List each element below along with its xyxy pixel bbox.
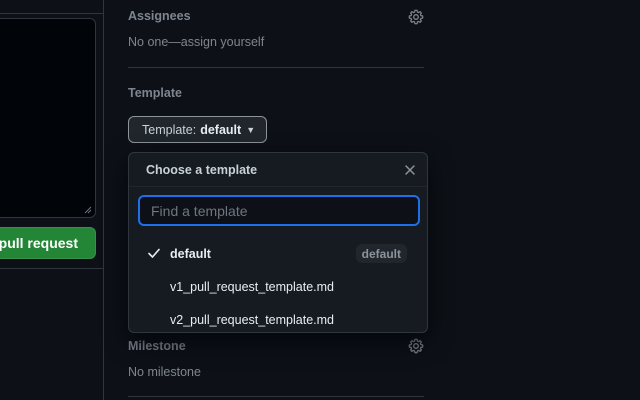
milestone-value: No milestone (128, 365, 201, 379)
create-pull-request-label: pull request (0, 235, 78, 251)
assignees-heading: Assignees (128, 9, 191, 23)
template-option-label: default (170, 246, 211, 261)
default-badge: default (355, 244, 407, 263)
milestone-heading: Milestone (128, 339, 186, 353)
divider (0, 268, 104, 269)
editor-column: pull request (0, 0, 104, 400)
divider (128, 67, 424, 68)
milestone-gear-icon[interactable] (408, 338, 424, 354)
caret-down-icon: ▼ (246, 124, 256, 135)
template-dropdown: Choose a template default default v1_pul… (128, 152, 428, 333)
template-button-prefix: Template: (142, 122, 197, 137)
dropdown-title: Choose a template (146, 163, 258, 177)
assignees-gear-icon[interactable] (408, 9, 424, 25)
dropdown-header: Choose a template (129, 153, 427, 187)
template-option-label: v1_pull_request_template.md (170, 279, 334, 294)
pr-body-textarea[interactable] (0, 18, 96, 218)
check-icon (148, 248, 160, 258)
template-option-label: v2_pull_request_template.md (170, 312, 334, 327)
resize-handle-icon[interactable] (84, 206, 92, 214)
divider (128, 396, 424, 397)
create-pull-request-button[interactable]: pull request (0, 227, 96, 259)
template-heading: Template (128, 86, 182, 100)
template-search-input[interactable] (138, 195, 420, 226)
template-select-button[interactable]: Template: default ▼ (128, 116, 267, 143)
template-option-v2[interactable]: v2_pull_request_template.md (129, 303, 427, 336)
template-option-v1[interactable]: v1_pull_request_template.md (129, 270, 427, 303)
close-icon[interactable] (402, 162, 418, 178)
template-option-default[interactable]: default default (129, 237, 427, 270)
top-border (0, 0, 104, 14)
assignees-value[interactable]: No one—assign yourself (128, 35, 264, 49)
template-button-value: default (200, 122, 242, 137)
